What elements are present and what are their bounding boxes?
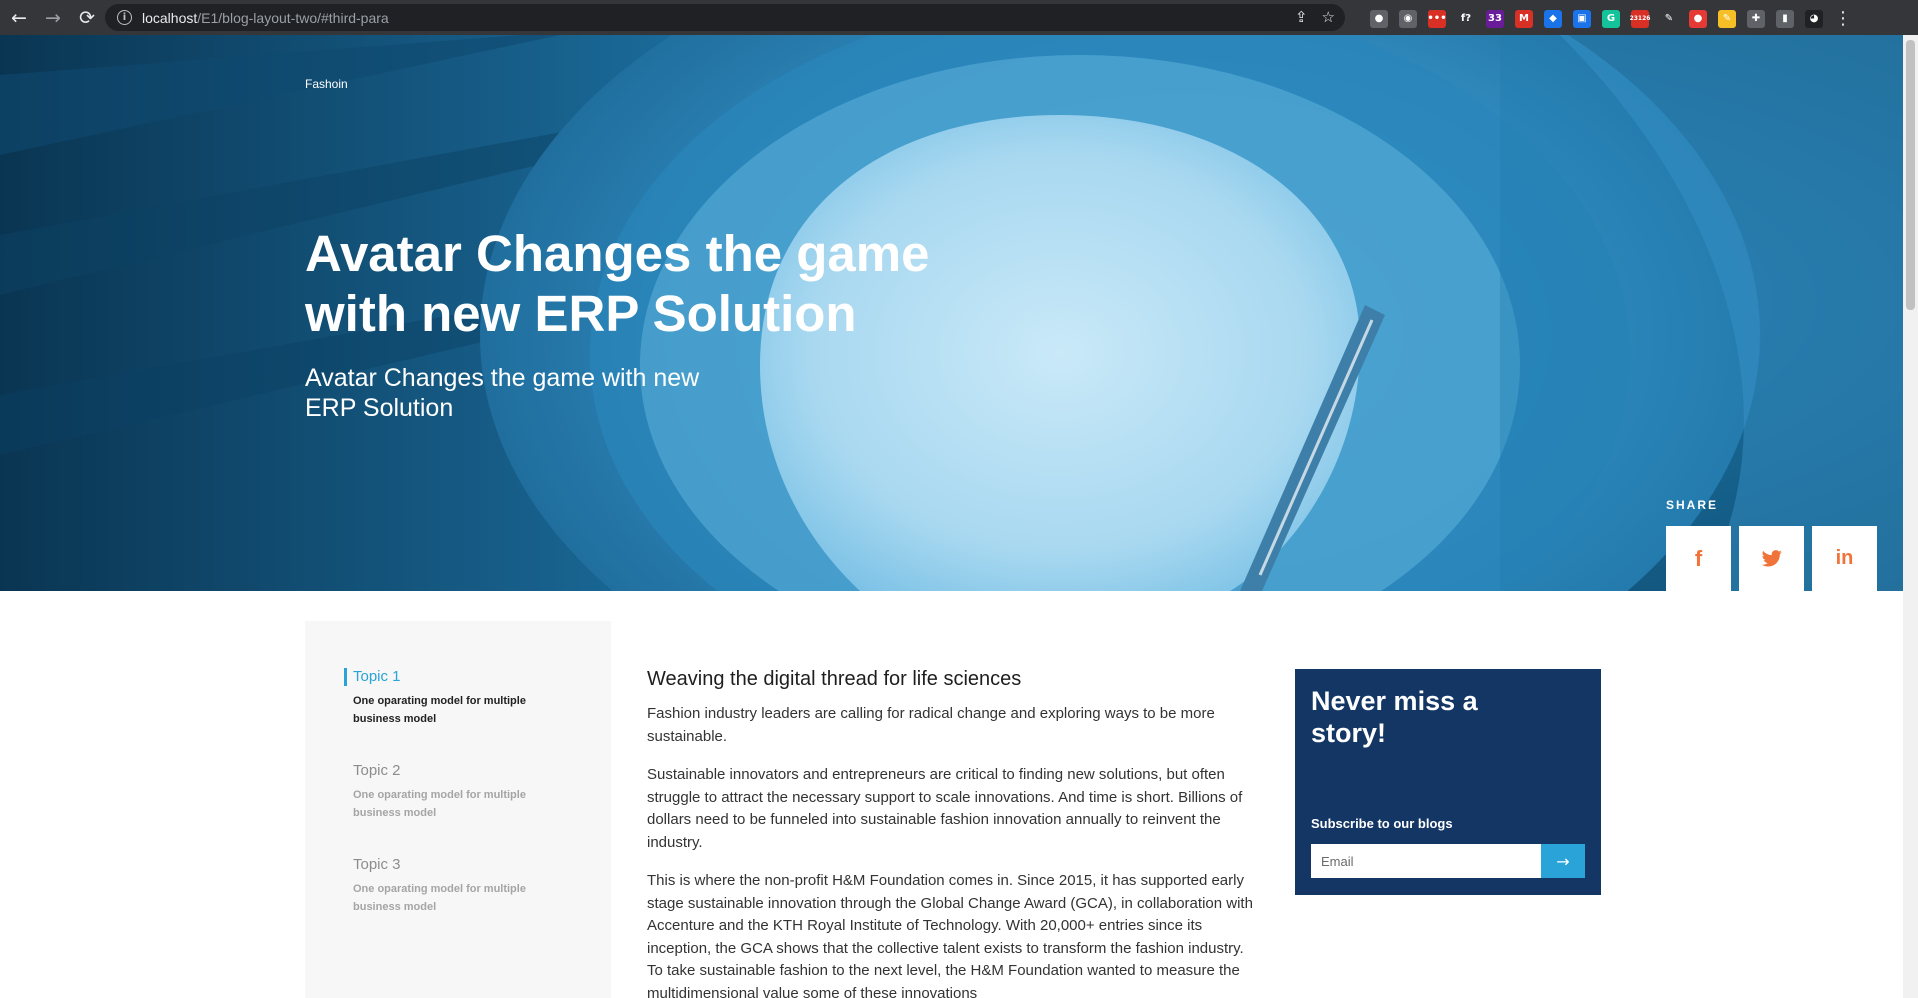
browser-extension-icon[interactable]: ✎ <box>1660 9 1678 28</box>
article-body: Weaving the digital thread for life scie… <box>647 668 1259 998</box>
subscribe-submit-button[interactable]: → <box>1541 844 1585 878</box>
twitter-icon <box>1761 549 1782 567</box>
browser-extension-icon[interactable]: M <box>1515 9 1533 28</box>
article-paragraph: Sustainable innovators and entrepreneurs… <box>647 766 1243 851</box>
share-page-icon[interactable]: ⇪ <box>1295 8 1308 26</box>
browser-extension-icon[interactable]: ◆ <box>1544 9 1562 28</box>
toc-item-title: Topic 3 <box>353 856 401 873</box>
article-heading: Weaving the digital thread for life scie… <box>647 668 1022 690</box>
browser-toolbar: ← → ⟳ i localhost/E1/blog-layout-two/#th… <box>0 0 1918 35</box>
extensions-bar: ● ◉ ••• f? 33 M ◆ ▣ G 23126 ✎ ● ✎ ✚ ▮ ◕ ⋮ <box>1370 8 1852 29</box>
topics-sidebar: Topic 1 One oparating model for multiple… <box>305 621 611 998</box>
hero-subtitle: Avatar Changes the game with new ERP Sol… <box>305 364 700 422</box>
reload-icon[interactable]: ⟳ <box>72 3 102 33</box>
toc-item-description: One oparating model for multiple busines… <box>353 695 526 725</box>
twitter-share-button[interactable] <box>1739 526 1804 591</box>
browser-extension-icon[interactable]: ••• <box>1427 9 1447 28</box>
bookmark-star-icon[interactable]: ☆ <box>1322 8 1335 26</box>
hero-banner: Fashoin Avatar Changes the game with new… <box>0 35 1903 591</box>
browser-extension-icon[interactable]: 33 <box>1486 9 1504 28</box>
article-paragraph: This is where the non-profit H&M Foundat… <box>647 872 1253 998</box>
linkedin-icon: in <box>1835 547 1854 569</box>
toc-item-description: One oparating model for multiple busines… <box>353 883 526 913</box>
toc-item-topic-3[interactable]: Topic 3 One oparating model for multiple… <box>353 856 553 916</box>
site-info-icon[interactable]: i <box>117 10 132 25</box>
url-path: /E1/blog-layout-two/#third-para <box>197 9 389 26</box>
forward-arrow-icon[interactable]: → <box>38 3 68 33</box>
facebook-share-button[interactable]: f <box>1666 526 1731 591</box>
browser-extension-icon[interactable]: ◉ <box>1399 9 1417 28</box>
toc-item-topic-1[interactable]: Topic 1 One oparating model for multiple… <box>344 668 553 728</box>
facebook-icon: f <box>1694 545 1703 571</box>
subscribe-title: Never miss a story! <box>1311 686 1478 748</box>
browser-extension-icon[interactable]: ▣ <box>1573 9 1591 28</box>
email-field[interactable] <box>1311 844 1541 878</box>
page-scrollbar[interactable] <box>1903 35 1918 998</box>
toc-item-description: One oparating model for multiple busines… <box>353 789 526 819</box>
browser-extension-icon[interactable]: ▮ <box>1776 9 1794 28</box>
url-host: localhost <box>142 9 198 26</box>
toc-item-title: Topic 2 <box>353 762 401 779</box>
hero-title: Avatar Changes the game with new ERP Sol… <box>305 225 930 342</box>
toc-item-title: Topic 1 <box>344 668 553 686</box>
browser-extension-icon[interactable]: G <box>1602 9 1620 28</box>
scrollbar-thumb[interactable] <box>1906 40 1915 310</box>
browser-extension-icon[interactable]: ✚ <box>1747 9 1765 28</box>
browser-extension-icon[interactable]: ◕ <box>1805 9 1823 28</box>
share-label: SHARE <box>1666 498 1719 512</box>
browser-menu-icon[interactable]: ⋮ <box>1834 8 1852 29</box>
newsletter-subscribe-box: Never miss a story! Subscribe to our blo… <box>1295 669 1601 895</box>
linkedin-share-button[interactable]: in <box>1812 526 1877 591</box>
browser-extension-icon[interactable]: ✎ <box>1718 9 1736 28</box>
browser-extension-icon[interactable]: ● <box>1370 9 1388 28</box>
browser-extension-icon[interactable]: 23126 <box>1630 9 1650 28</box>
address-bar[interactable]: i localhost/E1/blog-layout-two/#third-pa… <box>105 4 1345 31</box>
browser-extension-icon[interactable]: ● <box>1689 9 1707 28</box>
toc-item-topic-2[interactable]: Topic 2 One oparating model for multiple… <box>353 762 553 822</box>
article-paragraph: Fashion industry leaders are calling for… <box>647 705 1215 745</box>
back-arrow-icon[interactable]: ← <box>4 3 34 33</box>
subscribe-label: Subscribe to our blogs <box>1311 816 1453 831</box>
arrow-right-icon: → <box>1556 851 1570 871</box>
browser-extension-icon[interactable]: f? <box>1457 9 1475 28</box>
post-category[interactable]: Fashoin <box>305 77 348 91</box>
